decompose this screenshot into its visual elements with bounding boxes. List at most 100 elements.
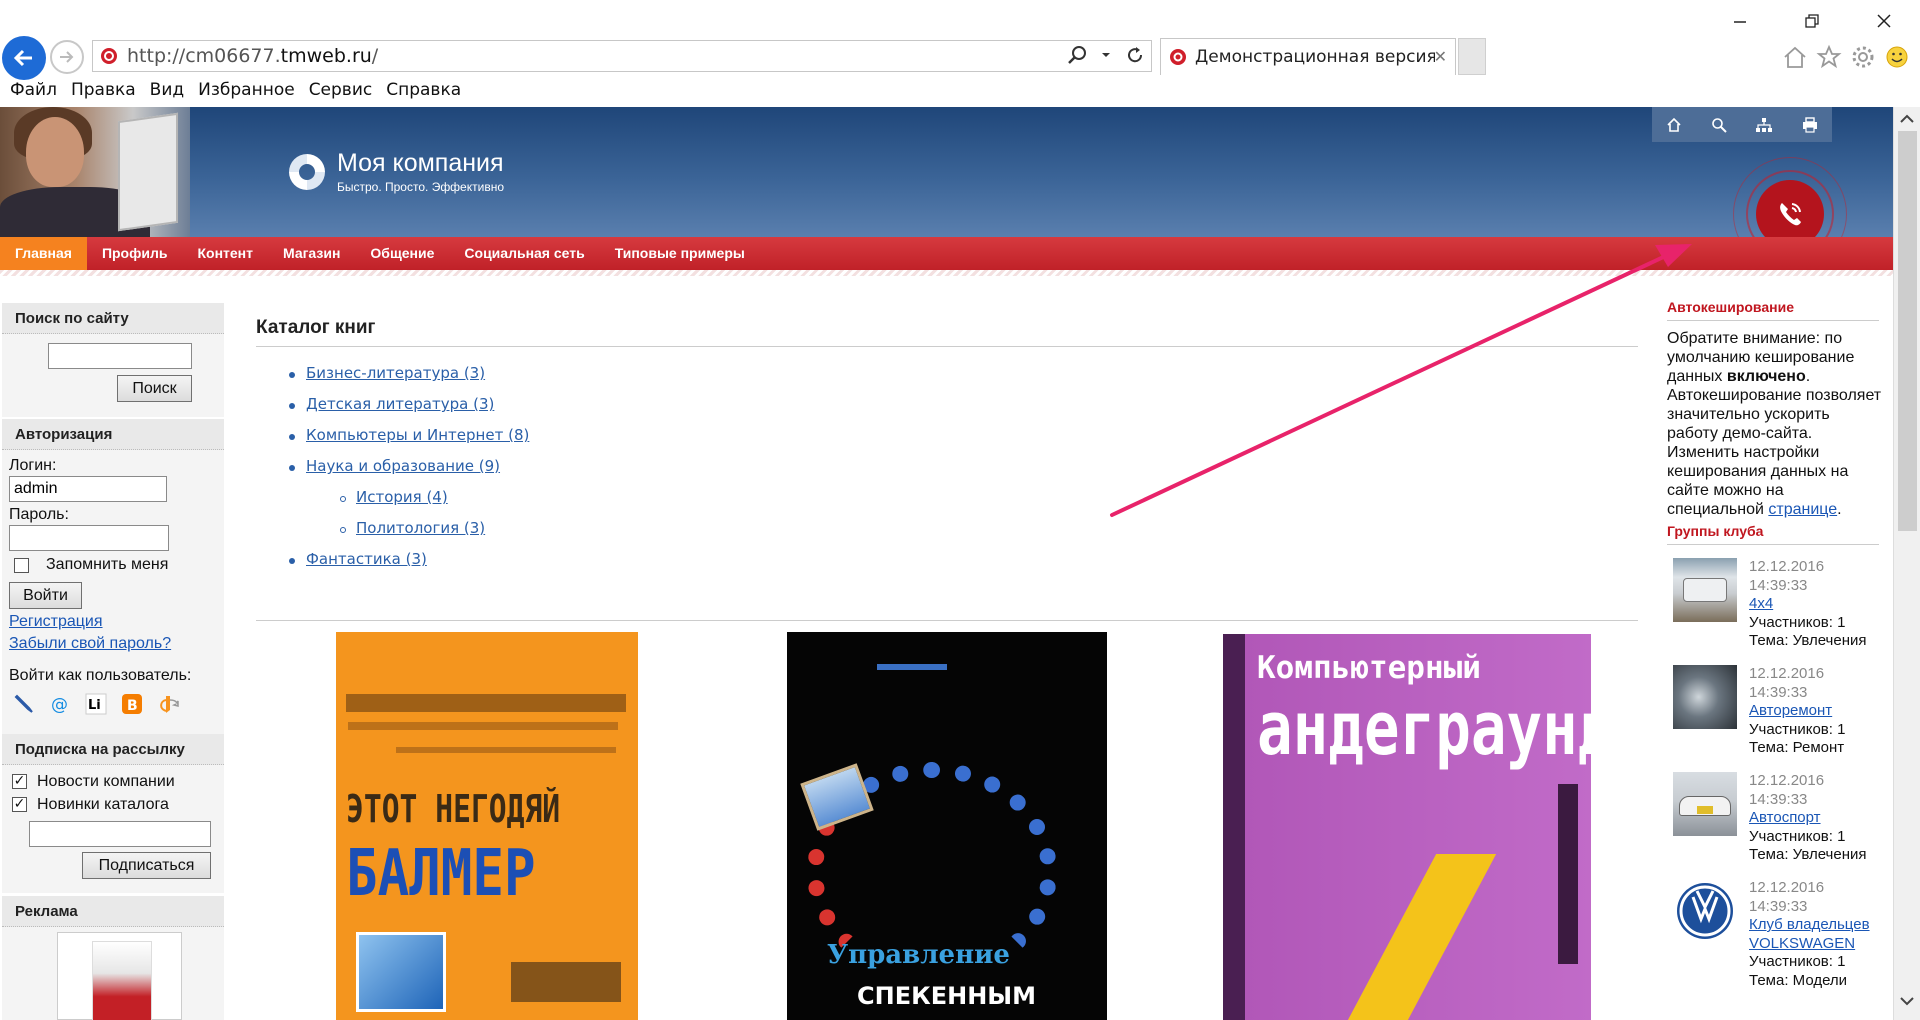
- scroll-down-icon[interactable]: [1894, 991, 1920, 1011]
- openid-icon[interactable]: [157, 693, 179, 715]
- group-link-volkswagen[interactable]: Клуб владельцев VOLKSWAGEN: [1749, 916, 1889, 953]
- site-search-input[interactable]: [48, 343, 192, 369]
- company-name: Моя компания: [337, 149, 504, 177]
- auth-block-title: Авторизация: [2, 419, 224, 450]
- group-autosport-thumbnail[interactable]: [1673, 772, 1737, 836]
- nav-content[interactable]: Контент: [182, 237, 268, 270]
- smiley-feedback-icon[interactable]: [1884, 44, 1910, 70]
- book-cover-1[interactable]: ЭТОТ НЕГОДЯЙ БАЛМЕР: [336, 632, 638, 1020]
- group-date: 12.12.2016: [1749, 879, 1825, 896]
- address-bar[interactable]: http://cm06677.tmweb.ru/: [92, 40, 1152, 72]
- group-link-autorepair[interactable]: Авторемонт: [1749, 702, 1845, 721]
- search-icon[interactable]: [1067, 45, 1087, 65]
- tab-favicon-icon: [1170, 49, 1186, 65]
- book-cover-3[interactable]: Компьютерный андеграунд: [1223, 634, 1591, 1020]
- page-scrollbar[interactable]: [1893, 107, 1920, 1020]
- mailru-icon[interactable]: @: [49, 693, 71, 715]
- minimize-button[interactable]: [1720, 8, 1760, 34]
- register-link[interactable]: Регистрация: [9, 613, 103, 631]
- category-business[interactable]: Бизнес-литература (3): [306, 364, 485, 382]
- header-toolbar: [1652, 107, 1832, 142]
- ad-banner-image[interactable]: [57, 932, 182, 1020]
- settings-gear-icon[interactable]: [1850, 44, 1876, 70]
- print-icon[interactable]: [1802, 116, 1818, 133]
- subscribe-catalog-label: Новинки каталога: [37, 796, 169, 813]
- subscribe-button[interactable]: Подписаться: [82, 852, 211, 879]
- svg-text:@: @: [51, 695, 68, 715]
- nav-social-network[interactable]: Социальная сеть: [449, 237, 599, 270]
- tab-close-icon[interactable]: ✕: [1434, 47, 1447, 66]
- group-topic: Тема: Модели: [1749, 971, 1848, 989]
- nav-home[interactable]: Главная: [0, 237, 87, 270]
- nav-shop[interactable]: Магазин: [268, 237, 355, 270]
- menu-help[interactable]: Справка: [386, 80, 461, 104]
- subscribe-news-checkbox[interactable]: ✓: [12, 774, 27, 789]
- autocache-settings-link[interactable]: странице: [1768, 501, 1837, 518]
- password-input[interactable]: [9, 525, 169, 551]
- login-button[interactable]: Войти: [9, 582, 82, 609]
- refresh-icon[interactable]: [1125, 45, 1145, 65]
- scroll-up-icon[interactable]: [1894, 109, 1920, 129]
- browser-tab[interactable]: Демонстрационная версия ... ✕: [1160, 38, 1456, 75]
- book-3-title-line2: андеграунд: [1257, 686, 1591, 772]
- group-time: 14:39:33: [1749, 790, 1808, 808]
- book-cover-2[interactable]: Управление СПЕКЕННЫМ: [787, 632, 1107, 1020]
- forgot-password-link[interactable]: Забыли свой пароль?: [9, 635, 171, 653]
- restore-button[interactable]: [1792, 8, 1832, 34]
- group-link-autosport[interactable]: Автоспорт: [1749, 809, 1867, 828]
- social-login-icons: @ Li B: [13, 693, 179, 715]
- group-4x4-thumbnail[interactable]: [1673, 558, 1737, 622]
- book-1-title-line1: ЭТОТ НЕГОДЯЙ: [346, 787, 561, 831]
- subscribe-email-input[interactable]: [29, 821, 211, 847]
- category-science[interactable]: Наука и образование (9): [306, 457, 500, 475]
- subscribe-block-title: Подписка на рассылку: [2, 734, 224, 765]
- dropdown-arrow-icon[interactable]: [1101, 45, 1111, 65]
- category-computers[interactable]: Компьютеры и Интернет (8): [306, 426, 529, 444]
- menu-favorites[interactable]: Избранное: [198, 80, 295, 104]
- club-groups-title: Группы клуба: [1667, 523, 1764, 539]
- group-members: Участников: 1: [1749, 953, 1846, 970]
- remember-me-checkbox[interactable]: [14, 558, 29, 573]
- svg-text:Li: Li: [88, 698, 101, 713]
- site-logo[interactable]: Моя компания Быстро. Просто. Эффективно: [285, 149, 504, 194]
- home-icon[interactable]: [1666, 117, 1682, 133]
- new-tab-button[interactable]: [1458, 38, 1486, 75]
- menu-file[interactable]: Файл: [10, 80, 57, 104]
- group-link-4x4[interactable]: 4x4: [1749, 595, 1867, 614]
- login-input[interactable]: [9, 476, 167, 502]
- group-members: Участников: 1: [1749, 720, 1846, 738]
- category-children[interactable]: Детская литература (3): [306, 395, 494, 413]
- group-volkswagen-thumbnail[interactable]: [1673, 879, 1737, 943]
- group-autorepair-thumbnail[interactable]: [1673, 665, 1737, 729]
- subscribe-news-label: Новости компании: [37, 773, 175, 790]
- menu-edit[interactable]: Правка: [71, 80, 136, 104]
- nav-communication[interactable]: Общение: [355, 237, 449, 270]
- back-button[interactable]: [2, 36, 46, 80]
- favorites-star-icon[interactable]: [1816, 44, 1842, 70]
- liveinternet-icon[interactable]: Li: [85, 693, 107, 715]
- address-url[interactable]: http://cm06677.tmweb.ru/: [127, 45, 378, 67]
- menu-tools[interactable]: Сервис: [309, 80, 373, 104]
- category-history[interactable]: История (4): [356, 488, 448, 506]
- nav-examples[interactable]: Типовые примеры: [600, 237, 760, 270]
- nav-profile[interactable]: Профиль: [87, 237, 183, 270]
- menu-view[interactable]: Вид: [150, 80, 184, 104]
- close-window-button[interactable]: [1864, 8, 1904, 34]
- subscribe-catalog-checkbox[interactable]: ✓: [12, 797, 27, 812]
- search-button[interactable]: Поиск: [117, 375, 192, 402]
- category-politology[interactable]: Политология (3): [356, 519, 485, 537]
- scroll-thumb[interactable]: [1898, 131, 1917, 531]
- arrow-left-icon: [13, 49, 32, 67]
- livejournal-icon[interactable]: [13, 693, 35, 715]
- search-block-title: Поиск по сайту: [2, 303, 224, 334]
- site-favicon-icon: [101, 48, 117, 64]
- arrow-right-icon: [60, 51, 74, 63]
- site-header: Моя компания Быстро. Просто. Эффективно: [0, 107, 1893, 237]
- search-icon[interactable]: [1711, 117, 1727, 133]
- home-icon[interactable]: [1782, 44, 1808, 70]
- group-item: 12.12.2016 14:39:33 4x4 Участников: 1 Те…: [1673, 558, 1888, 658]
- category-fantasy[interactable]: Фантастика (3): [306, 550, 427, 568]
- sitemap-icon[interactable]: [1755, 117, 1773, 133]
- blogger-icon[interactable]: B: [121, 693, 143, 715]
- forward-button[interactable]: [50, 40, 84, 74]
